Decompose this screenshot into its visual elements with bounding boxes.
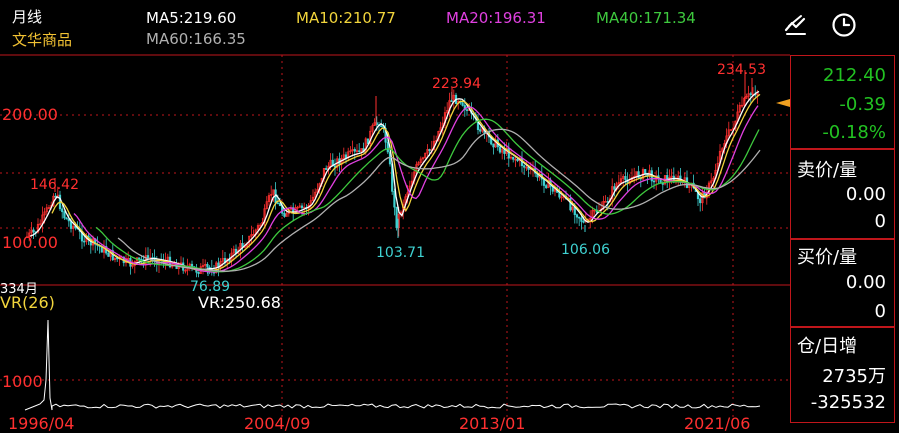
ask-box: 卖价/量 0.00 0 bbox=[790, 149, 895, 239]
ma10-label: MA10:210.77 bbox=[296, 9, 396, 27]
candle-body bbox=[107, 252, 110, 257]
candle-body bbox=[498, 146, 502, 153]
ma40-line bbox=[95, 118, 760, 273]
last-price: 212.40 bbox=[823, 65, 886, 86]
candle-body bbox=[63, 211, 66, 219]
candle-body bbox=[380, 125, 383, 128]
candle-body bbox=[61, 208, 64, 213]
candle-body bbox=[465, 109, 469, 111]
candle-body bbox=[573, 207, 576, 215]
x-axis-label-2004: 2004/09 bbox=[244, 414, 311, 433]
volume-indicator-line bbox=[24, 319, 761, 411]
candle-body bbox=[393, 191, 396, 208]
candle-body bbox=[492, 143, 495, 148]
candle-body bbox=[450, 100, 453, 103]
open-interest-value: 2735万 bbox=[822, 366, 886, 387]
price-quote-box: 212.40 -0.39 -0.18% bbox=[790, 55, 895, 149]
bid-box: 买价/量 0.00 0 bbox=[790, 239, 895, 327]
period-label[interactable]: 月线 bbox=[12, 6, 42, 27]
candle-body bbox=[395, 206, 398, 228]
candle-body bbox=[83, 240, 86, 243]
candle-body bbox=[512, 156, 515, 160]
ask-volume: 0 bbox=[874, 211, 886, 232]
candle-body bbox=[65, 217, 68, 220]
ma40-label: MA40:171.34 bbox=[596, 9, 696, 27]
candle-body bbox=[32, 229, 35, 233]
candle-body bbox=[386, 141, 389, 153]
volume-axis-label: 1000 bbox=[2, 372, 43, 391]
candle-body bbox=[353, 149, 356, 152]
candle-body bbox=[300, 205, 304, 209]
open-interest-change: -325532 bbox=[810, 392, 886, 413]
ma20-label: MA20:196.31 bbox=[446, 9, 546, 27]
annotation-high-2011: 223.94 bbox=[432, 76, 481, 92]
chart-grid bbox=[0, 54, 790, 420]
candle-body bbox=[276, 202, 279, 205]
price-change: -0.39 bbox=[839, 94, 886, 115]
candle-body bbox=[749, 93, 752, 95]
candle-body bbox=[197, 271, 200, 274]
indicator-name[interactable]: VR(26) bbox=[0, 293, 55, 312]
candle-body bbox=[542, 178, 546, 186]
y-axis-label-100: 100.00 bbox=[2, 233, 58, 252]
bid-label: 买价/量 bbox=[797, 247, 858, 268]
x-axis-label-2013: 2013/01 bbox=[459, 414, 526, 433]
candle-body bbox=[523, 165, 526, 168]
open-interest-box: 仓/日增 2735万 -325532 bbox=[790, 327, 895, 423]
ma5-line bbox=[29, 90, 760, 271]
clock-icon[interactable] bbox=[830, 11, 858, 39]
candle-body bbox=[283, 213, 286, 217]
candle-body bbox=[575, 214, 579, 218]
candle-body bbox=[613, 186, 616, 190]
ask-price: 0.00 bbox=[845, 184, 886, 205]
instrument-name[interactable]: 文华商品 bbox=[12, 29, 72, 50]
candle-body bbox=[479, 129, 482, 132]
candle-body bbox=[516, 158, 519, 162]
candle-body bbox=[507, 148, 510, 159]
candle-body bbox=[325, 168, 328, 170]
current-price-marker bbox=[776, 99, 790, 107]
candle-body bbox=[138, 257, 141, 260]
ma5-label: MA5:219.60 bbox=[146, 9, 237, 27]
bid-price: 0.00 bbox=[845, 272, 886, 293]
candle-body bbox=[358, 150, 361, 152]
candle-body bbox=[190, 263, 194, 267]
candle-body bbox=[624, 176, 627, 181]
x-axis-label-1996: 1996/04 bbox=[8, 414, 75, 433]
ma60-label: MA60:166.35 bbox=[146, 30, 246, 48]
candle-body bbox=[699, 198, 702, 204]
annotation-peak-1997: 146.42 bbox=[30, 177, 79, 193]
annotation-low-2016: 106.06 bbox=[561, 242, 610, 258]
candle-body bbox=[661, 183, 664, 185]
price-change-percent: -0.18% bbox=[822, 122, 886, 143]
open-interest-label: 仓/日增 bbox=[797, 336, 858, 357]
indicator-toggle-icon[interactable] bbox=[781, 12, 809, 40]
candle-body bbox=[428, 149, 431, 151]
candle-body bbox=[578, 216, 581, 219]
candle-body bbox=[582, 221, 585, 223]
candle-body bbox=[580, 217, 583, 222]
y-axis-label-200: 200.00 bbox=[2, 105, 58, 124]
candle-body bbox=[206, 263, 209, 268]
candle-body bbox=[644, 169, 647, 174]
candle-body bbox=[545, 185, 548, 189]
x-axis-label-2021: 2021/06 bbox=[684, 414, 751, 433]
bid-volume: 0 bbox=[874, 301, 886, 322]
candle-body bbox=[503, 149, 506, 154]
ma60-line bbox=[117, 128, 761, 272]
candle-body bbox=[344, 154, 348, 159]
indicator-value: VR:250.68 bbox=[198, 293, 281, 312]
vr-line bbox=[24, 319, 761, 411]
candle-body bbox=[461, 102, 464, 106]
ask-label: 卖价/量 bbox=[797, 160, 858, 181]
annotation-high-2021: 234.53 bbox=[717, 62, 766, 78]
candle-body bbox=[652, 180, 656, 183]
annotation-low-2009: 103.71 bbox=[376, 245, 425, 261]
